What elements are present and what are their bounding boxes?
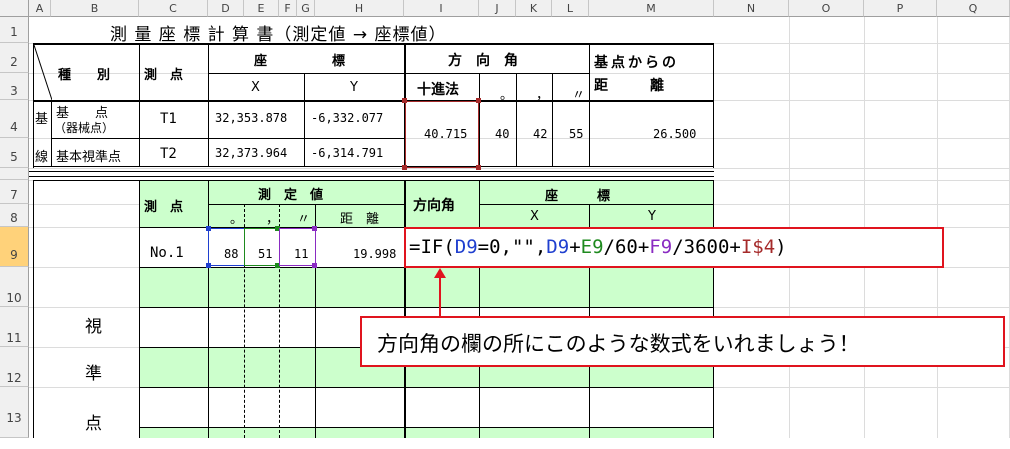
column-header-d[interactable]: D <box>208 0 244 17</box>
side-label-1: 視 <box>85 317 102 337</box>
header-station: 測 点 <box>144 68 184 83</box>
base-row1-y: -6,332.077 <box>311 111 384 125</box>
header-sec: 〃 <box>572 88 586 103</box>
row-header-13[interactable]: 13 <box>0 387 29 438</box>
column-header-j[interactable]: J <box>479 0 516 17</box>
header-coord: 座 標 <box>254 54 346 69</box>
row-header-4[interactable]: 4 <box>0 100 29 138</box>
row-header-2[interactable]: 2 <box>0 43 29 73</box>
formula-ref-d9: D9 <box>546 236 570 258</box>
ref-box-e9 <box>244 228 280 266</box>
header-distance-2: 距 離 <box>594 78 664 94</box>
formula-part: /60+ <box>603 236 650 258</box>
column-header-g[interactable]: G <box>297 0 315 17</box>
direction-decimal-value: 40.715 <box>424 127 468 141</box>
header-x: X <box>251 80 260 95</box>
formula-part: =0,"", <box>477 236 547 258</box>
ref-box-d9 <box>208 228 245 266</box>
obs-header-station: 測 点 <box>144 200 184 215</box>
header-min: ， <box>536 88 550 103</box>
column-header-c[interactable]: C <box>139 0 208 17</box>
column-header-m[interactable]: M <box>589 0 714 17</box>
base-side-label-2: 線 <box>35 150 49 165</box>
obs-header-y: Y <box>648 209 656 224</box>
formula-ref-d9: D9 <box>454 236 478 258</box>
header-decimal: 十進法 <box>417 82 459 98</box>
header-y: Y <box>350 80 358 95</box>
header-distance-1: 基点からの <box>594 55 679 71</box>
row-header-5[interactable]: 5 <box>0 138 29 168</box>
column-header-n[interactable]: N <box>714 0 789 17</box>
column-header-l[interactable]: L <box>552 0 589 17</box>
row-header-7[interactable]: 7 <box>0 180 29 204</box>
formula-ref-i4: I$4 <box>740 236 776 258</box>
obs-header-distance: 距 離 <box>340 212 380 227</box>
formula-ref-f9: F9 <box>649 236 673 258</box>
base-side-label-1: 基 <box>35 112 49 127</box>
column-header-q[interactable]: Q <box>937 0 1010 17</box>
row-header-11[interactable]: 11 <box>0 307 29 347</box>
arrow-icon <box>434 268 446 316</box>
column-header-p[interactable]: P <box>864 0 937 17</box>
header-kind: 種 別 <box>58 68 111 83</box>
diagonal-divider <box>34 45 52 100</box>
formula-part: /3600+ <box>672 236 741 258</box>
sheet-title: 測 量 座 標 計 算 書（測定値 → 座標値） <box>110 25 447 45</box>
obs-header-measured: 測 定 値 <box>258 188 324 203</box>
header-deg: 。 <box>500 88 514 103</box>
formula-ref-e9: E9 <box>580 236 604 258</box>
obs-header-min: ， <box>266 212 280 227</box>
formula-part: =IF( <box>409 236 455 258</box>
obs-header-direction: 方向角 <box>413 198 455 214</box>
row-header-3[interactable]: 3 <box>0 73 29 100</box>
column-header-f[interactable]: F <box>279 0 297 17</box>
instruction-callout-text: 方向角の欄の所にこのような数式をいれましょう！ <box>377 332 860 356</box>
base-row1-kind-2: （器械点） <box>54 121 115 135</box>
side-label-3: 点 <box>85 414 102 434</box>
base-row1-station: T1 <box>160 111 177 127</box>
obs-row-distance: 19.998 <box>353 247 397 261</box>
base-row2-x: 32,373.964 <box>215 146 288 160</box>
header-direction: 方 向 角 <box>448 53 518 69</box>
obs-header-sec: 〃 <box>297 212 311 227</box>
column-header-a[interactable]: A <box>29 0 51 17</box>
formula-text[interactable]: =IF(D9=0,"",D9+E9/60+F9/3600+I$4) <box>409 236 787 258</box>
obs-header-deg: 。 <box>230 212 244 227</box>
base-row1-x: 32,353.878 <box>215 111 288 125</box>
direction-deg-value: 40 <box>495 127 510 141</box>
side-label-2: 準 <box>85 364 102 384</box>
direction-min-value: 42 <box>533 127 548 141</box>
base-distance-value: 26.500 <box>653 127 697 141</box>
base-row2-kind: 基本視準点 <box>56 150 122 165</box>
obs-header-coord: 座 標 <box>545 189 611 204</box>
column-header-h[interactable]: H <box>315 0 404 17</box>
column-header-e[interactable]: E <box>244 0 279 17</box>
base-row2-y: -6,314.791 <box>311 146 384 160</box>
row-header-1[interactable]: 1 <box>0 17 29 43</box>
column-header-o[interactable]: O <box>789 0 864 17</box>
ref-box-f9 <box>279 228 316 266</box>
base-row2-station: T2 <box>160 146 177 162</box>
obs-row-station: No.1 <box>150 245 184 261</box>
row-header-8[interactable]: 8 <box>0 204 29 227</box>
row-header-10[interactable]: 10 <box>0 267 29 307</box>
column-header-b[interactable]: B <box>51 0 139 17</box>
row-header-6[interactable] <box>0 168 29 180</box>
formula-part: ) <box>775 236 787 258</box>
obs-header-x: X <box>530 209 539 224</box>
row-header-12[interactable]: 12 <box>0 347 29 387</box>
select-all-corner[interactable] <box>0 0 29 17</box>
row-header-9[interactable]: 9 <box>0 227 29 267</box>
column-header-k[interactable]: K <box>516 0 552 17</box>
direction-sec-value: 55 <box>569 127 584 141</box>
column-header-i[interactable]: I <box>404 0 479 17</box>
formula-part: + <box>569 236 581 258</box>
